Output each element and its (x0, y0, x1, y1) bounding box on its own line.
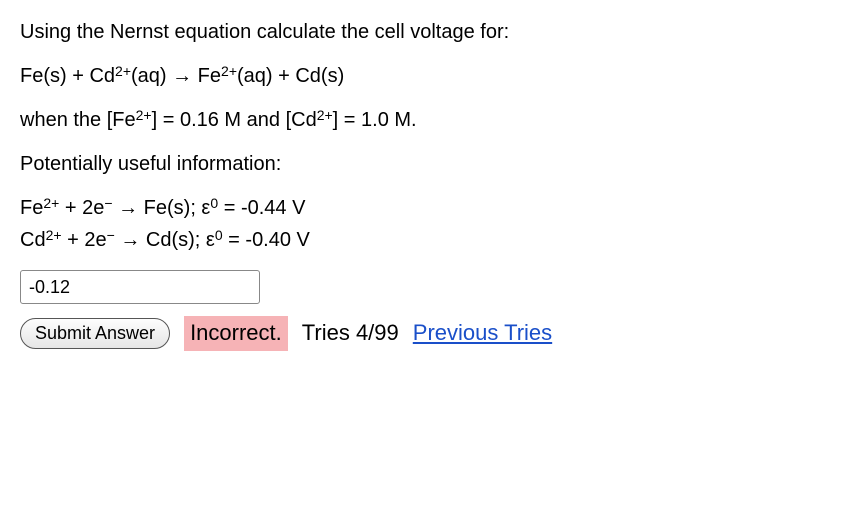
half-reaction-part: + 2e (59, 197, 104, 219)
zero-superscript: 0 (210, 195, 218, 211)
reaction-equation: Fe(s) + Cd2+(aq) → Fe2+(aq) + Cd(s) (20, 62, 836, 90)
condition-part: ] = 1.0 M. (333, 109, 417, 131)
charge-superscript: 2+ (317, 107, 333, 123)
tries-counter: Tries 4/99 (302, 318, 399, 349)
half-reaction-part: + 2e (62, 229, 107, 251)
reaction-part: Fe(s) + Cd (20, 65, 115, 87)
question-intro: Using the Nernst equation calculate the … (20, 18, 836, 46)
reaction-part: (aq) + Cd(s) (237, 65, 344, 87)
minus-superscript: − (104, 195, 112, 211)
useful-info-header: Potentially useful information: (20, 150, 836, 178)
condition-part: ] = 0.16 M and [Cd (152, 109, 317, 131)
charge-superscript: 2+ (43, 195, 59, 211)
submit-row: Submit Answer Incorrect. Tries 4/99 Prev… (20, 316, 836, 351)
submit-answer-button[interactable]: Submit Answer (20, 318, 170, 349)
half-reaction-part: = -0.44 V (218, 197, 305, 219)
minus-superscript: − (107, 227, 115, 243)
reaction-part: (aq) → Fe (131, 65, 221, 87)
status-badge: Incorrect. (184, 316, 288, 351)
half-reaction-part: Fe (20, 197, 43, 219)
half-reaction-part: → Fe(s); ε (113, 197, 211, 219)
half-reaction-part: Cd (20, 229, 46, 251)
previous-tries-link[interactable]: Previous Tries (413, 318, 552, 349)
half-reaction-part: → Cd(s); ε (115, 229, 215, 251)
condition-part: when the [Fe (20, 109, 136, 131)
conditions-line: when the [Fe2+] = 0.16 M and [Cd2+] = 1.… (20, 106, 836, 134)
charge-superscript: 2+ (221, 63, 237, 79)
charge-superscript: 2+ (115, 63, 131, 79)
charge-superscript: 2+ (46, 227, 62, 243)
half-reaction-2: Cd2+ + 2e− → Cd(s); ε0 = -0.40 V (20, 226, 836, 254)
answer-input[interactable] (20, 270, 260, 304)
zero-superscript: 0 (215, 227, 223, 243)
charge-superscript: 2+ (136, 107, 152, 123)
half-reaction-1: Fe2+ + 2e− → Fe(s); ε0 = -0.44 V (20, 194, 836, 222)
half-reaction-part: = -0.40 V (223, 229, 310, 251)
